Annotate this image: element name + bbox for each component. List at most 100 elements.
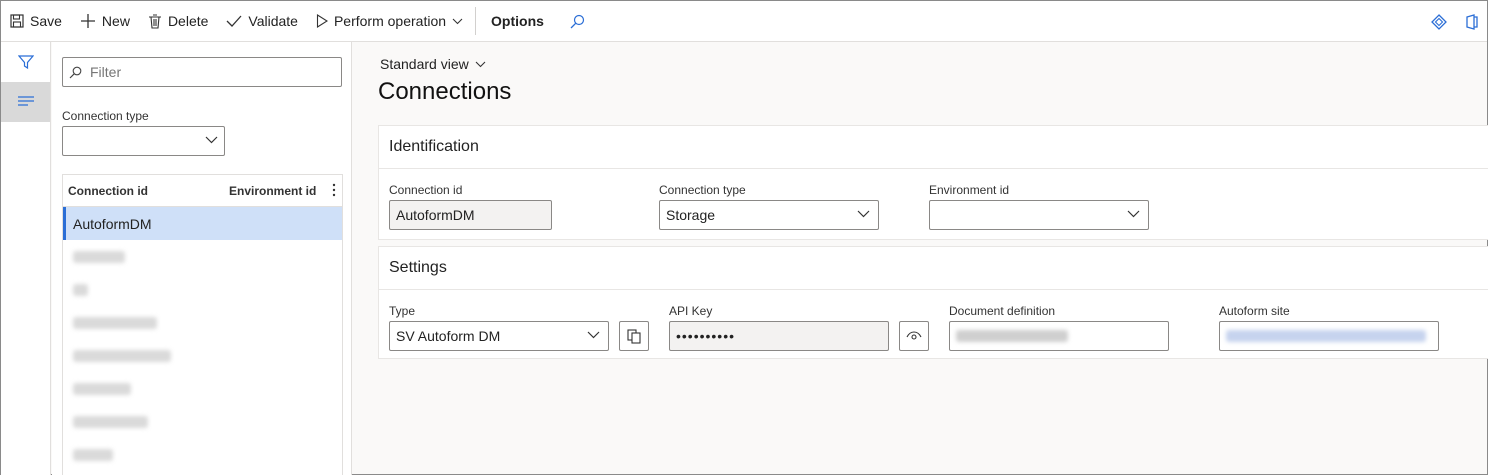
environment-id-select[interactable]	[929, 200, 1149, 230]
search-button[interactable]	[556, 1, 600, 42]
chevron-down-icon	[587, 331, 600, 339]
settings-title: Settings	[389, 259, 447, 276]
api-key-label: API Key	[669, 304, 713, 318]
settings-section: Settings Type SV Autoform DM API Key •••…	[378, 246, 1488, 359]
redacted-text	[73, 349, 171, 362]
options-tab[interactable]: Options	[479, 1, 556, 42]
environment-id-label: Environment id	[929, 183, 1010, 197]
save-icon	[10, 14, 24, 28]
connection-id-value: AutoformDM	[396, 207, 475, 223]
save-button[interactable]: Save	[1, 1, 71, 42]
view-selector[interactable]: Standard view	[380, 56, 486, 72]
new-label: New	[101, 13, 130, 29]
identification-section: Identification Connection id AutoformDM …	[378, 125, 1488, 240]
redacted-text	[73, 250, 125, 263]
filter-icon	[17, 55, 34, 70]
search-icon	[570, 14, 585, 28]
autoform-site-field: Autoform site	[1219, 304, 1439, 351]
page-title: Connections	[378, 78, 512, 105]
table-row-redacted[interactable]	[63, 240, 342, 273]
delete-label: Delete	[167, 13, 209, 29]
connection-type-field: Connection type Storage	[659, 183, 879, 230]
options-label: Options	[491, 13, 544, 29]
search-icon	[69, 66, 82, 78]
toolbar-right	[1431, 1, 1479, 42]
connections-grid: Connection id Environment id AutoformDM	[62, 174, 343, 475]
autoform-site-label: Autoform site	[1219, 304, 1290, 318]
document-definition-input[interactable]	[949, 321, 1169, 351]
filter-placeholder: Filter	[90, 64, 122, 80]
action-toolbar: Save New Delete Validate Perform operati…	[1, 1, 1487, 42]
chevron-down-icon	[452, 18, 463, 24]
document-definition-label: Document definition	[949, 304, 1056, 318]
environment-id-field: Environment id	[929, 183, 1149, 230]
redacted-text	[73, 316, 157, 329]
redacted-text	[73, 382, 131, 395]
grid-header: Connection id Environment id	[63, 175, 342, 207]
column-header-connection-id[interactable]: Connection id	[68, 184, 148, 198]
validate-label: Validate	[248, 13, 298, 29]
redacted-text	[73, 415, 148, 428]
connection-type-select[interactable]: Storage	[659, 200, 879, 230]
connection-type-label: Connection type	[659, 183, 746, 197]
plus-icon	[80, 14, 95, 28]
office-icon[interactable]	[1465, 13, 1479, 30]
type-select[interactable]: SV Autoform DM	[389, 321, 609, 351]
table-row-redacted[interactable]	[63, 438, 342, 471]
redacted-text	[73, 448, 113, 461]
autoform-site-input[interactable]	[1219, 321, 1439, 351]
document-definition-field: Document definition	[949, 304, 1169, 351]
perform-operation-button[interactable]: Perform operation	[307, 1, 472, 42]
table-row-redacted[interactable]	[63, 372, 342, 405]
save-label: Save	[30, 13, 62, 29]
table-row-redacted[interactable]	[63, 339, 342, 372]
connection-id-input[interactable]: AutoformDM	[389, 200, 552, 230]
list-icon	[17, 96, 34, 106]
copy-button[interactable]	[619, 321, 649, 351]
column-header-environment-id[interactable]: Environment id	[229, 184, 316, 198]
table-row[interactable]: AutoformDM	[63, 207, 342, 240]
chevron-down-icon	[857, 210, 870, 218]
type-value: SV Autoform DM	[396, 328, 501, 344]
redacted-text	[1226, 330, 1426, 342]
new-button[interactable]: New	[71, 1, 139, 42]
copy-icon	[627, 328, 641, 344]
api-key-input[interactable]: ••••••••••	[669, 321, 889, 351]
type-field: Type SV Autoform DM	[389, 304, 609, 351]
connection-type-filter-label: Connection type	[62, 109, 149, 123]
table-row-redacted[interactable]	[63, 273, 342, 306]
table-row-redacted[interactable]	[63, 306, 342, 339]
identification-header[interactable]: Identification	[379, 126, 1488, 169]
chevron-down-icon	[205, 136, 218, 144]
connection-type-value: Storage	[666, 207, 716, 223]
filter-pane-button[interactable]	[1, 42, 50, 82]
play-icon	[316, 14, 328, 28]
chevron-down-icon	[1127, 210, 1140, 218]
type-label: Type	[389, 304, 416, 318]
list-pane: Filter Connection type Connection id Env…	[52, 42, 352, 475]
connection-id-field: Connection id AutoformDM	[389, 183, 552, 230]
trash-icon	[148, 13, 161, 29]
power-apps-icon[interactable]	[1431, 13, 1447, 30]
delete-button[interactable]: Delete	[139, 1, 217, 42]
connection-type-filter-select[interactable]	[62, 126, 225, 156]
redacted-text	[956, 330, 1068, 342]
checkmark-icon	[226, 15, 242, 27]
more-options-icon[interactable]	[332, 183, 336, 197]
filter-input[interactable]: Filter	[62, 57, 342, 87]
list-pane-button[interactable]	[1, 82, 50, 122]
connection-id-label: Connection id	[389, 183, 463, 197]
redacted-text	[73, 283, 88, 296]
row-connection-id: AutoformDM	[73, 215, 152, 232]
chevron-down-icon	[475, 61, 486, 67]
table-row-redacted[interactable]	[63, 405, 342, 438]
view-selector-label: Standard view	[380, 56, 469, 72]
identification-title: Identification	[389, 138, 479, 155]
left-rail	[1, 42, 51, 475]
details-area: Standard view Connections Identification…	[353, 42, 1488, 475]
settings-header[interactable]: Settings	[379, 247, 1488, 290]
validate-button[interactable]: Validate	[217, 1, 307, 42]
api-key-field: API Key ••••••••••	[669, 304, 889, 351]
toolbar-divider	[475, 7, 477, 35]
show-api-key-button[interactable]	[899, 321, 929, 351]
